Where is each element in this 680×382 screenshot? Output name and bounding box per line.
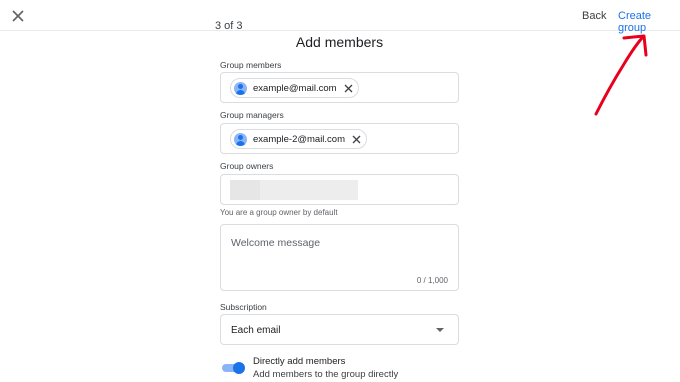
page-title: Add members	[295, 34, 384, 50]
step-indicator: 3 of 3	[215, 20, 243, 32]
manager-chip: example-2@mail.com	[230, 129, 368, 149]
close-icon[interactable]	[9, 7, 27, 25]
group-members-label: Group members	[220, 60, 282, 70]
top-bar: 3 of 3 Back Create group	[0, 0, 680, 34]
dropdown-arrow-icon	[436, 328, 444, 332]
group-owners-field[interactable]	[220, 174, 459, 205]
group-managers-field[interactable]: example-2@mail.com	[220, 123, 459, 154]
avatar-icon	[234, 81, 247, 95]
group-members-field[interactable]: example@mail.com	[220, 72, 459, 103]
owner-helper-text: You are a group owner by default	[220, 208, 338, 217]
group-owners-label: Group owners	[220, 161, 274, 171]
subscription-select[interactable]: Each email	[220, 314, 459, 345]
back-button[interactable]: Back	[582, 10, 606, 22]
avatar-icon	[234, 132, 247, 146]
manager-chip-email: example-2@mail.com	[253, 133, 346, 145]
member-chip-email: example@mail.com	[253, 82, 337, 94]
direct-add-description: Add members to the group directly	[253, 369, 399, 380]
direct-add-title: Directly add members	[253, 356, 346, 367]
group-managers-label: Group managers	[220, 110, 284, 120]
annotation-arrow	[594, 34, 648, 116]
redacted-avatar	[230, 180, 260, 200]
direct-add-toggle[interactable]	[221, 361, 245, 375]
member-chip: example@mail.com	[230, 78, 359, 98]
subscription-value: Each email	[231, 325, 281, 336]
redacted-owner	[260, 180, 358, 200]
character-counter: 0 / 1,000	[416, 276, 448, 285]
welcome-message-textarea[interactable]: Welcome message 0 / 1,000	[220, 224, 459, 291]
welcome-message-placeholder: Welcome message	[231, 237, 321, 249]
remove-chip-icon[interactable]	[351, 134, 362, 145]
subscription-label: Subscription	[220, 302, 267, 312]
remove-chip-icon[interactable]	[343, 83, 354, 94]
